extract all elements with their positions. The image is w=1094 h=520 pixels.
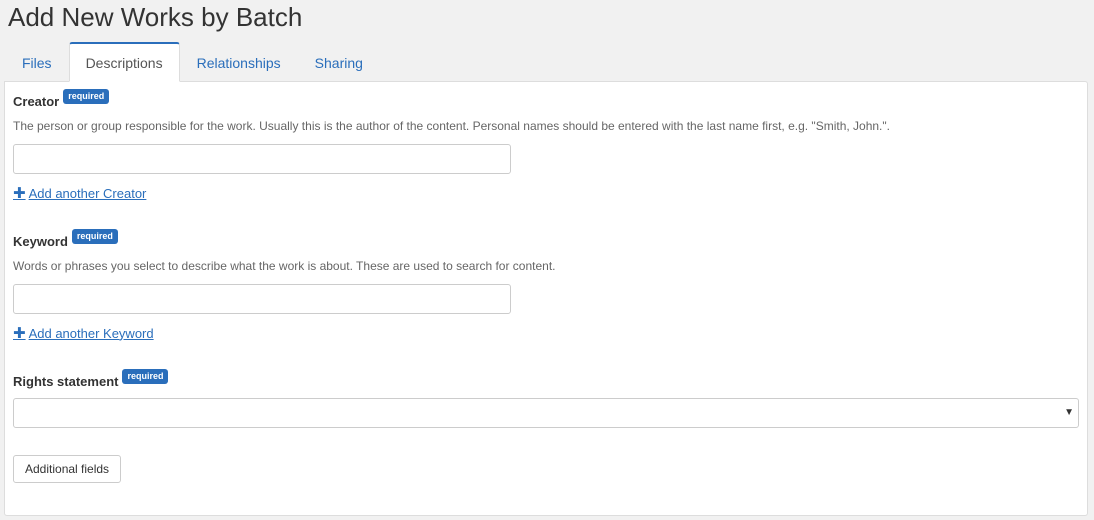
- tab-files[interactable]: Files: [5, 42, 69, 82]
- add-keyword-link[interactable]: ✚ Add another Keyword: [13, 324, 154, 342]
- required-badge: required: [71, 229, 118, 244]
- additional-fields-button[interactable]: Additional fields: [13, 455, 122, 483]
- creator-input[interactable]: [13, 144, 511, 174]
- descriptions-panel: Creator required The person or group res…: [4, 81, 1088, 516]
- required-badge: required: [63, 89, 110, 104]
- add-creator-link-text: Add another Creator: [28, 185, 147, 201]
- tab-relationships[interactable]: Relationships: [180, 42, 298, 82]
- caret-down-icon: ▼: [1064, 407, 1074, 418]
- add-creator-link[interactable]: ✚ Add another Creator: [13, 184, 146, 202]
- required-badge: required: [122, 369, 169, 384]
- keyword-help-text: Words or phrases you select to describe …: [13, 259, 556, 273]
- page-title: Add New Works by Batch: [8, 2, 303, 32]
- keyword-input[interactable]: [13, 284, 511, 314]
- tab-bar: Files Descriptions Relationships Sharing: [5, 42, 380, 82]
- tab-descriptions[interactable]: Descriptions: [68, 42, 180, 82]
- tab-sharing[interactable]: Sharing: [298, 42, 380, 82]
- creator-help-text: The person or group responsible for the …: [13, 119, 890, 133]
- rights-statement-select[interactable]: ▼: [13, 398, 1079, 428]
- creator-label: Creator required: [13, 89, 110, 109]
- rights-statement-label-text: Rights statement: [13, 374, 119, 389]
- rights-statement-label: Rights statement required: [13, 369, 169, 389]
- keyword-label: Keyword required: [13, 229, 118, 249]
- add-keyword-link-text: Add another Keyword: [28, 325, 154, 341]
- plus-icon: ✚: [13, 185, 26, 202]
- creator-label-text: Creator: [13, 94, 60, 109]
- keyword-label-text: Keyword: [13, 234, 68, 249]
- plus-icon: ✚: [13, 325, 26, 342]
